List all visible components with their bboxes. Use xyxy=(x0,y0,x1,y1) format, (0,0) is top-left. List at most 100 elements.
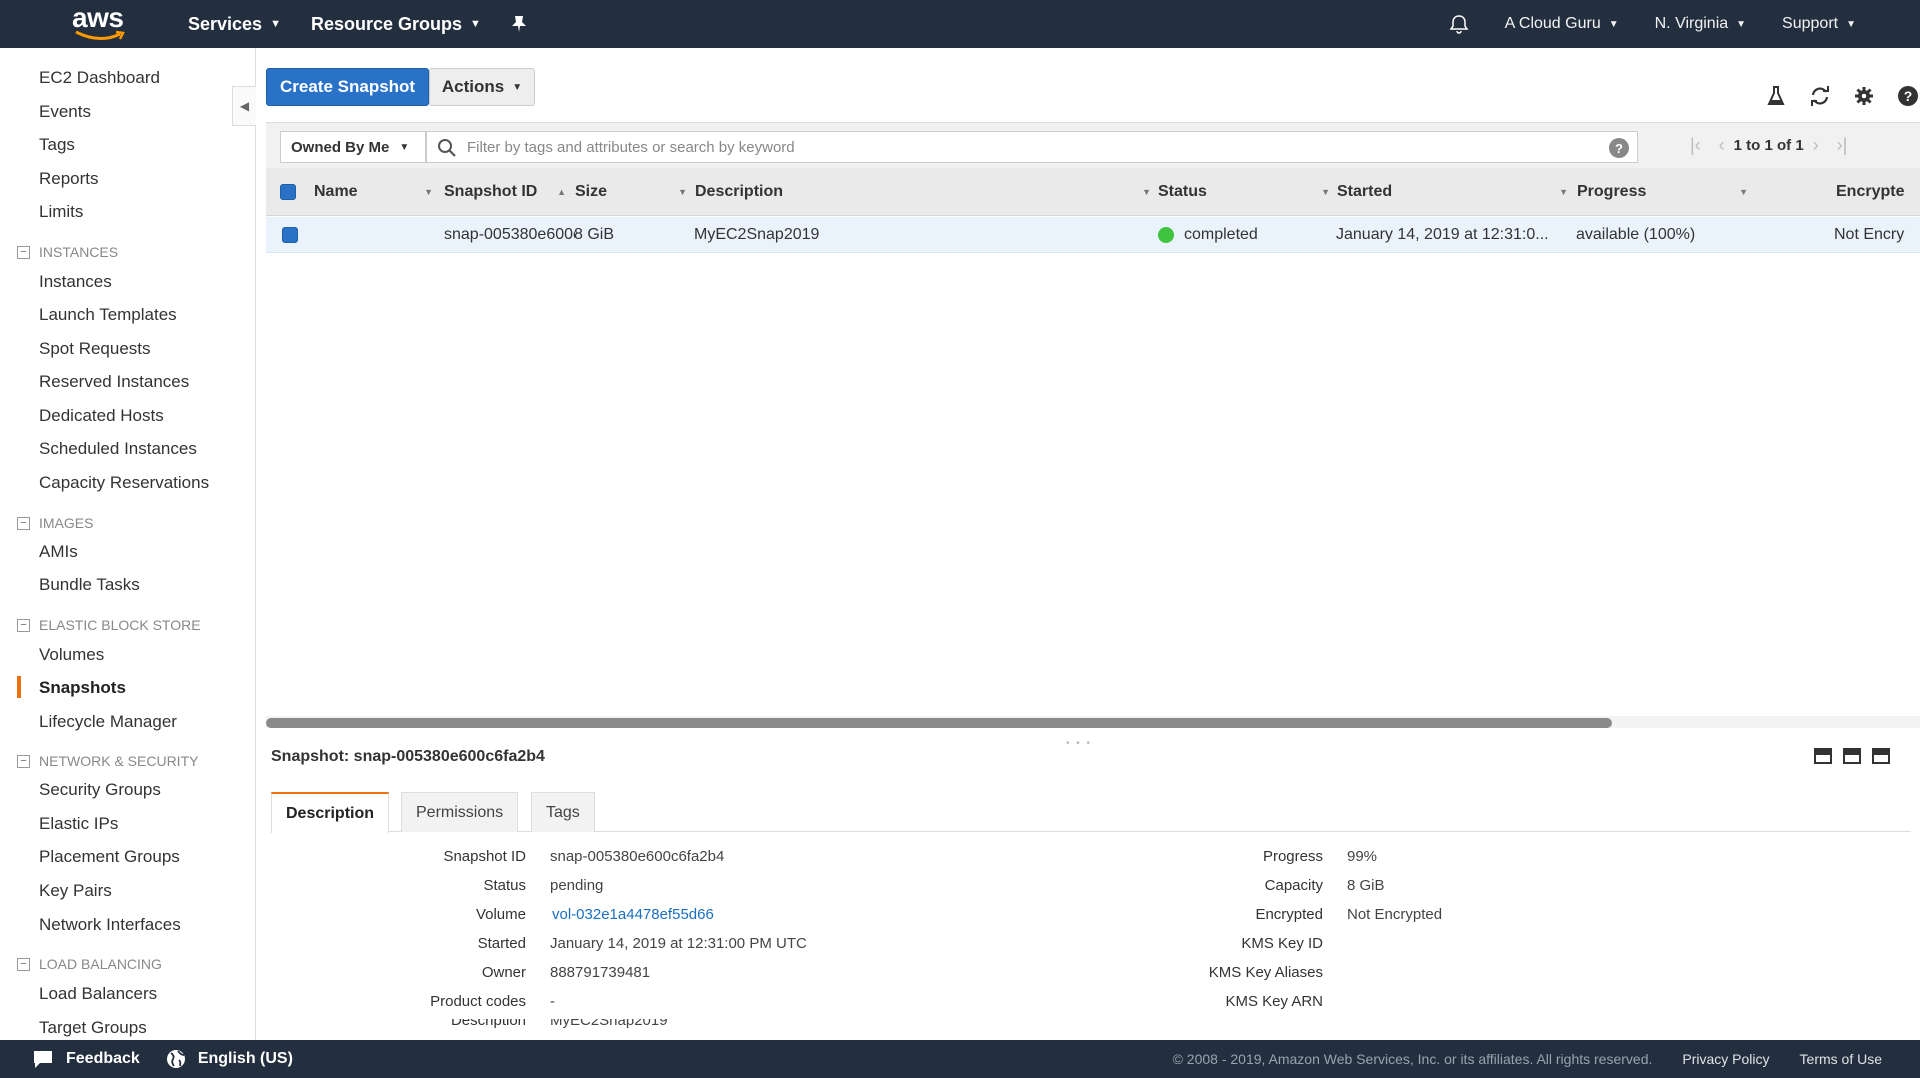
layout-split-icon[interactable] xyxy=(1843,748,1861,764)
pane-resize-handle[interactable]: • • • xyxy=(1066,738,1092,749)
volume-link[interactable]: vol-032e1a4478ef55d66 xyxy=(552,906,714,923)
bell-icon[interactable] xyxy=(1449,14,1469,34)
layout-full-icon[interactable] xyxy=(1872,748,1890,764)
sidebar-item-spot-requests[interactable]: Spot Requests xyxy=(39,339,151,359)
support-menu[interactable]: Support ▼ xyxy=(1782,15,1856,33)
column-header-size[interactable]: Size ▼ xyxy=(575,168,696,216)
feedback-button[interactable]: Feedback xyxy=(32,1049,140,1069)
sidebar-item-placement-groups[interactable]: Placement Groups xyxy=(39,847,180,867)
sort-asc-icon: ▲ xyxy=(557,187,566,197)
sidebar-item-launch-templates[interactable]: Launch Templates xyxy=(39,305,177,325)
privacy-policy-link[interactable]: Privacy Policy xyxy=(1682,1051,1769,1067)
tab-tags[interactable]: Tags xyxy=(531,792,595,832)
language-selector[interactable]: English (US) xyxy=(166,1049,293,1069)
sidebar-section-network-security[interactable]: − NETWORK & SECURITY xyxy=(17,753,198,769)
sidebar-item-scheduled-instances[interactable]: Scheduled Instances xyxy=(39,439,197,459)
sidebar-item-amis[interactable]: AMIs xyxy=(39,542,78,562)
horizontal-scrollbar[interactable] xyxy=(266,716,1920,728)
account-menu[interactable]: A Cloud Guru ▼ xyxy=(1505,15,1619,33)
chevron-down-icon: ▼ xyxy=(1846,18,1856,30)
column-header-name[interactable]: Name ▼ xyxy=(314,168,442,216)
sidebar-item-limits[interactable]: Limits xyxy=(39,202,83,222)
footer: Feedback English (US) © 2008 - 2019, Ama… xyxy=(0,1040,1920,1078)
sidebar: EC2 Dashboard Events Tags Reports Limits… xyxy=(0,48,256,1040)
column-label: Encrypte xyxy=(1836,183,1905,200)
sidebar-section-images[interactable]: − IMAGES xyxy=(17,515,93,531)
column-header-snapshot-id[interactable]: Snapshot ID ▲ xyxy=(444,168,575,216)
detail-row: Snapshot ID snap-005380e600c6fa2b4 xyxy=(316,848,724,865)
speech-bubble-icon xyxy=(34,1051,52,1068)
sidebar-section-ebs[interactable]: − ELASTIC BLOCK STORE xyxy=(17,617,201,633)
row-checkbox[interactable] xyxy=(282,217,308,253)
sidebar-item-target-groups[interactable]: Target Groups xyxy=(39,1018,147,1038)
cell-description: MyEC2Snap2019 xyxy=(694,226,820,243)
refresh-icon[interactable] xyxy=(1808,84,1832,108)
sidebar-section-load-balancing[interactable]: − LOAD BALANCING xyxy=(17,956,162,972)
column-header-description[interactable]: Description ▼ xyxy=(695,168,1160,216)
detail-row: Started January 14, 2019 at 12:31:00 PM U… xyxy=(316,935,807,952)
sidebar-item-reserved-instances[interactable]: Reserved Instances xyxy=(39,372,189,392)
sidebar-item-security-groups[interactable]: Security Groups xyxy=(39,780,161,800)
layout-bottom-icon[interactable] xyxy=(1814,748,1832,764)
main-content: Create Snapshot Actions ▼ ? Owned By Me … xyxy=(256,48,1920,1040)
last-page-icon[interactable]: ›| xyxy=(1837,135,1848,156)
search-help-icon[interactable]: ? xyxy=(1609,138,1629,158)
status-ok-icon xyxy=(1158,227,1174,243)
create-snapshot-button[interactable]: Create Snapshot xyxy=(266,68,430,106)
sidebar-item-load-balancers[interactable]: Load Balancers xyxy=(39,984,157,1004)
first-page-icon[interactable]: |‹ xyxy=(1690,135,1701,156)
sidebar-item-ec2-dashboard[interactable]: EC2 Dashboard xyxy=(39,68,160,88)
column-label: Status xyxy=(1158,183,1207,200)
sidebar-item-volumes[interactable]: Volumes xyxy=(39,645,104,665)
sidebar-item-snapshots[interactable]: Snapshots xyxy=(39,678,126,698)
detail-key: Product codes xyxy=(430,993,526,1010)
tab-permissions[interactable]: Permissions xyxy=(401,792,519,832)
scrollbar-thumb[interactable] xyxy=(266,718,1612,728)
detail-value: 888791739481 xyxy=(550,964,651,981)
owned-by-dropdown[interactable]: Owned By Me ▼ xyxy=(280,131,426,163)
sidebar-item-capacity-reservations[interactable]: Capacity Reservations xyxy=(39,473,209,493)
column-header-encrypted[interactable]: Encrypte xyxy=(1836,168,1920,216)
chevron-left-icon: ◀ xyxy=(239,99,250,113)
sidebar-collapse-toggle[interactable]: ◀ xyxy=(232,86,256,126)
gear-icon[interactable] xyxy=(1852,84,1876,108)
sort-icon: ▼ xyxy=(1739,187,1748,197)
sidebar-item-key-pairs[interactable]: Key Pairs xyxy=(39,881,112,901)
services-menu[interactable]: Services ▼ xyxy=(188,14,281,35)
sidebar-item-reports[interactable]: Reports xyxy=(39,169,99,189)
sidebar-item-events[interactable]: Events xyxy=(39,102,91,122)
region-menu[interactable]: N. Virginia ▼ xyxy=(1655,15,1746,33)
aws-logo[interactable]: aws xyxy=(72,0,168,48)
column-label: Description xyxy=(695,183,784,200)
detail-tabs: Description Permissions Tags xyxy=(271,792,1911,833)
search-input[interactable] xyxy=(467,138,1567,156)
detail-row: Encrypted Not Encrypted xyxy=(1216,906,1442,923)
tab-description[interactable]: Description xyxy=(271,792,390,833)
flask-icon[interactable] xyxy=(1764,84,1788,108)
table-row[interactable]: snap-005380e600c... 8 GiB MyEC2Snap2019 … xyxy=(266,217,1920,253)
pin-icon[interactable] xyxy=(511,15,527,33)
section-label: NETWORK & SECURITY xyxy=(39,753,199,769)
column-header-progress[interactable]: Progress ▼ xyxy=(1577,168,1757,216)
sidebar-item-tags[interactable]: Tags xyxy=(39,135,75,155)
actions-button[interactable]: Actions ▼ xyxy=(429,68,535,106)
select-all-checkbox[interactable] xyxy=(280,168,310,216)
column-header-started[interactable]: Started ▼ xyxy=(1337,168,1577,216)
next-page-icon[interactable]: › xyxy=(1813,135,1819,156)
sidebar-item-network-interfaces[interactable]: Network Interfaces xyxy=(39,915,181,935)
sidebar-item-dedicated-hosts[interactable]: Dedicated Hosts xyxy=(39,406,164,426)
sidebar-section-instances[interactable]: − INSTANCES xyxy=(17,244,118,260)
sidebar-item-instances[interactable]: Instances xyxy=(39,272,112,292)
column-header-status[interactable]: Status ▼ xyxy=(1158,168,1339,216)
help-icon[interactable]: ? xyxy=(1896,84,1920,108)
sidebar-item-elastic-ips[interactable]: Elastic IPs xyxy=(39,814,118,834)
terms-of-use-link[interactable]: Terms of Use xyxy=(1800,1051,1882,1067)
support-label: Support xyxy=(1782,15,1839,32)
sidebar-item-bundle-tasks[interactable]: Bundle Tasks xyxy=(39,575,140,595)
detail-value: 8 GiB xyxy=(1347,877,1385,894)
resource-groups-menu[interactable]: Resource Groups ▼ xyxy=(311,14,481,35)
section-label: ELASTIC BLOCK STORE xyxy=(39,617,201,633)
prev-page-icon[interactable]: ‹ xyxy=(1719,135,1725,156)
detail-key: Owner xyxy=(481,964,526,981)
sidebar-item-lifecycle-manager[interactable]: Lifecycle Manager xyxy=(39,712,177,732)
